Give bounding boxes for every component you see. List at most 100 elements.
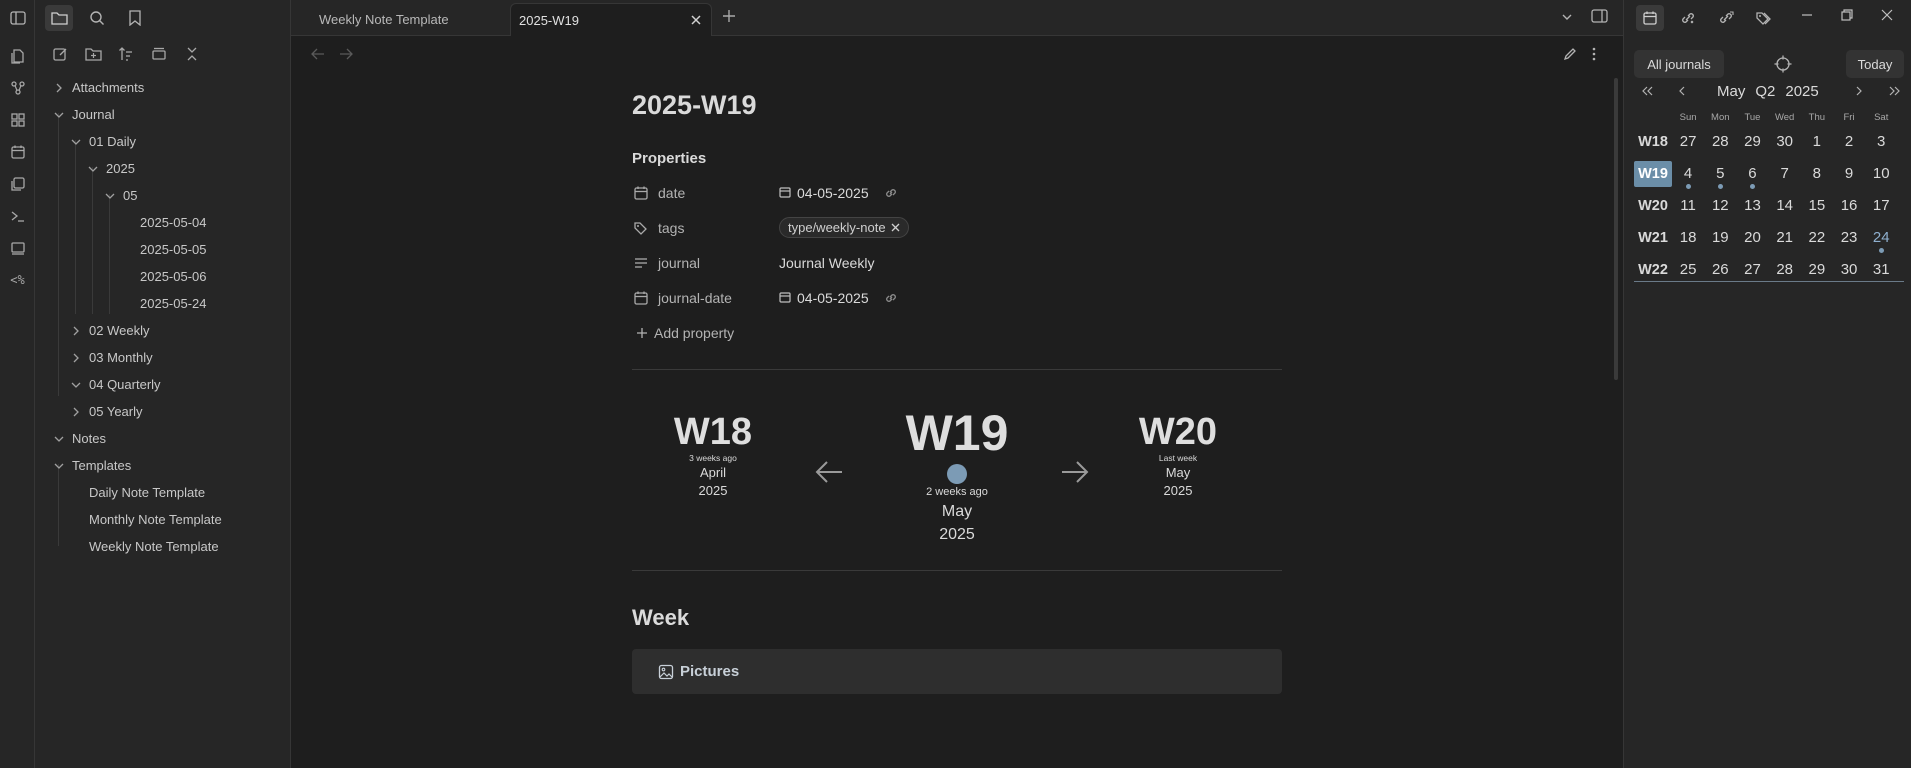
more-options-icon[interactable]	[1592, 47, 1596, 61]
tree-file[interactable]: 2025-05-04	[35, 209, 290, 236]
tab-2025-w19[interactable]: 2025-W19	[510, 3, 712, 36]
scrollbar[interactable]	[1614, 78, 1618, 380]
journal-value[interactable]: Journal Weekly	[779, 255, 874, 271]
calendar-day[interactable]: 26	[1704, 257, 1736, 283]
calendar-day[interactable]: 2	[1833, 129, 1865, 155]
tree-folder-05-yearly[interactable]: 05 Yearly	[35, 398, 290, 425]
tags-tab[interactable]	[1750, 5, 1778, 31]
week-number[interactable]: W20	[1634, 193, 1672, 219]
crosshair-icon[interactable]	[1774, 55, 1792, 73]
chevron-right-icon[interactable]	[1855, 86, 1863, 96]
tree-file[interactable]: 2025-05-05	[35, 236, 290, 263]
calendar-day[interactable]: 29	[1801, 257, 1833, 283]
graph-view-icon[interactable]	[8, 78, 28, 98]
close-tab-icon[interactable]	[689, 13, 703, 27]
tree-folder-templates[interactable]: Templates	[35, 452, 290, 479]
slides-icon[interactable]	[8, 238, 28, 258]
journal-date-value[interactable]: 04-05-2025	[797, 290, 869, 306]
calendar-quarter[interactable]: Q2	[1755, 83, 1775, 100]
backlinks-tab[interactable]	[1674, 5, 1702, 31]
calendar-day[interactable]: 17	[1865, 193, 1897, 219]
new-note-button[interactable]	[49, 43, 71, 65]
calendar-day[interactable]: 20	[1736, 225, 1768, 251]
open-quick-switcher-icon[interactable]	[8, 46, 28, 66]
files-tab[interactable]	[45, 5, 73, 31]
toggle-right-sidebar-icon[interactable]	[1591, 9, 1608, 23]
date-picker-icon[interactable]	[779, 186, 793, 200]
arrow-right-icon[interactable]	[1061, 460, 1089, 484]
calendar-day[interactable]: 22	[1801, 225, 1833, 251]
calendar-day[interactable]: 4	[1672, 161, 1704, 189]
note-title[interactable]: 2025-W19	[632, 90, 1282, 130]
calendar-day[interactable]: 11	[1672, 193, 1704, 219]
canvas-icon[interactable]	[8, 110, 28, 130]
calendar-day[interactable]: 18	[1672, 225, 1704, 251]
tree-folder-2025[interactable]: 2025	[35, 155, 290, 182]
calendar-day[interactable]: 30	[1833, 257, 1865, 283]
tree-folder-03-monthly[interactable]: 03 Monthly	[35, 344, 290, 371]
tree-file[interactable]: 2025-05-06	[35, 263, 290, 290]
week-number[interactable]: W21	[1634, 225, 1672, 251]
search-tab[interactable]	[83, 5, 111, 31]
daily-note-calendar-icon[interactable]	[8, 142, 28, 162]
calendar-day[interactable]: 31	[1865, 257, 1897, 283]
new-folder-button[interactable]	[82, 43, 104, 65]
calendar-day[interactable]: 27	[1736, 257, 1768, 283]
calendar-day[interactable]: 16	[1833, 193, 1865, 219]
calendar-day[interactable]: 24	[1865, 225, 1897, 253]
calendar-day[interactable]: 12	[1704, 193, 1736, 219]
calendar-day[interactable]: 15	[1801, 193, 1833, 219]
tree-file[interactable]: Monthly Note Template	[35, 506, 290, 533]
tree-file[interactable]: Weekly Note Template	[35, 533, 290, 560]
calendar-day[interactable]: 25	[1672, 257, 1704, 283]
calendar-day[interactable]: 19	[1704, 225, 1736, 251]
calendar-day[interactable]: 5	[1704, 161, 1736, 189]
calendar-day[interactable]: 29	[1736, 129, 1768, 155]
calendar-day[interactable]: 23	[1833, 225, 1865, 251]
calendar-day[interactable]: 6	[1736, 161, 1768, 189]
toggle-left-sidebar-button[interactable]	[0, 0, 35, 36]
calendar-day[interactable]: 14	[1769, 193, 1801, 219]
week-number[interactable]: W22	[1634, 257, 1672, 283]
link-icon[interactable]	[883, 185, 899, 201]
collapse-all-button[interactable]	[181, 43, 203, 65]
date-picker-icon[interactable]	[779, 291, 793, 305]
minimize-icon[interactable]	[1800, 8, 1814, 22]
tree-folder-01-daily[interactable]: 01 Daily	[35, 128, 290, 155]
tab-list-chevron-down-icon[interactable]	[1561, 11, 1573, 23]
tree-file[interactable]: 2025-05-24	[35, 290, 290, 317]
pictures-callout[interactable]: Pictures	[632, 649, 1282, 694]
week-number[interactable]: W19	[1634, 161, 1672, 187]
tree-folder-journal[interactable]: Journal	[35, 101, 290, 128]
calendar-day[interactable]: 21	[1769, 225, 1801, 251]
back-arrow-icon[interactable]	[311, 48, 325, 60]
tree-file[interactable]: Daily Note Template	[35, 479, 290, 506]
prev-week-link[interactable]: W18 3 weeks ago April 2025	[667, 412, 759, 498]
chevrons-left-icon[interactable]	[1642, 86, 1654, 96]
arrow-left-icon[interactable]	[815, 460, 843, 484]
calendar-day[interactable]: 8	[1801, 161, 1833, 187]
edit-pencil-icon[interactable]	[1563, 47, 1577, 61]
close-window-icon[interactable]	[1880, 8, 1894, 22]
terminal-icon[interactable]	[8, 206, 28, 226]
remove-tag-icon[interactable]	[891, 223, 900, 232]
calendar-year[interactable]: 2025	[1785, 83, 1818, 100]
tree-folder-04-quarterly[interactable]: 04 Quarterly	[35, 371, 290, 398]
templater-icon[interactable]: <%	[8, 270, 28, 290]
tree-folder-05[interactable]: 05	[35, 182, 290, 209]
calendar-month[interactable]: May	[1717, 83, 1745, 100]
calendar-day[interactable]: 13	[1736, 193, 1768, 219]
auto-reveal-button[interactable]	[148, 43, 170, 65]
tree-folder-02-weekly[interactable]: 02 Weekly	[35, 317, 290, 344]
calendar-day[interactable]: 10	[1865, 161, 1897, 187]
chevrons-right-icon[interactable]	[1888, 86, 1900, 96]
calendar-day[interactable]: 28	[1769, 257, 1801, 283]
forward-arrow-icon[interactable]	[339, 48, 353, 60]
calendar-day[interactable]: 1	[1801, 129, 1833, 155]
tag-pill[interactable]: type/weekly-note	[779, 217, 909, 238]
templates-icon[interactable]	[8, 174, 28, 194]
outgoing-links-tab[interactable]	[1712, 5, 1740, 31]
week-number[interactable]: W18	[1634, 129, 1672, 155]
today-button[interactable]: Today	[1846, 50, 1904, 78]
all-journals-button[interactable]: All journals	[1634, 50, 1724, 78]
